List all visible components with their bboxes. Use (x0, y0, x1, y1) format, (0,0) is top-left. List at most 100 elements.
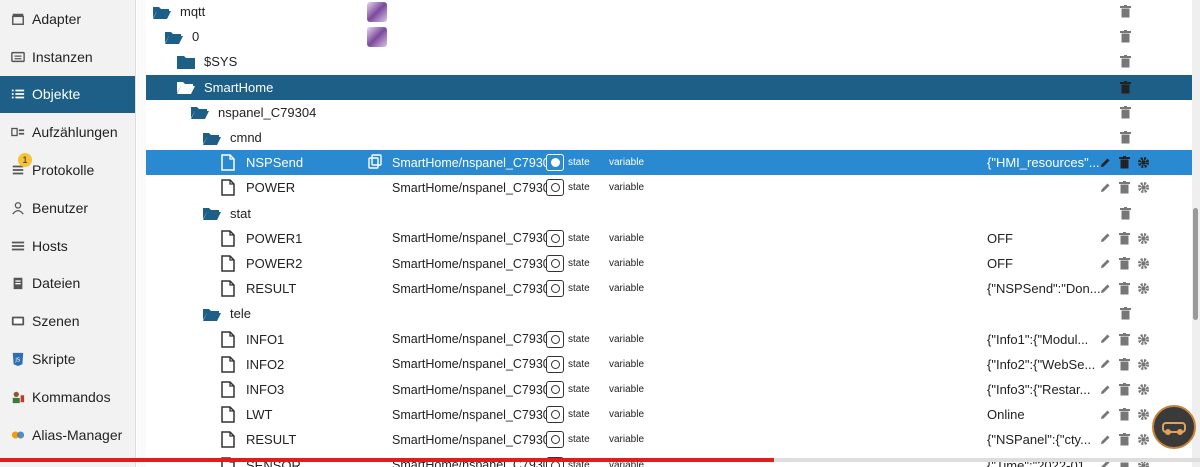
folder-row[interactable]: stat (146, 201, 1192, 226)
object-tree: mqtt 0 $SYS SmartHome nspanel_C79304 cmnd NSPS… (146, 0, 1192, 467)
delete-icon[interactable] (1117, 383, 1131, 397)
settings-icon[interactable] (1136, 257, 1150, 271)
sidebar-item-protokolle[interactable]: 1 Protokolle (0, 151, 135, 189)
folder-row[interactable]: SmartHome (146, 74, 1192, 100)
sidebar-item-aufz-hlungen[interactable]: Aufzählungen (0, 113, 135, 151)
delete-icon[interactable] (1117, 231, 1131, 245)
sidebar-item-hosts[interactable]: Hosts (0, 227, 135, 265)
object-id: SmartHome/nspanel_C7930... (392, 256, 561, 271)
state-row[interactable]: POWER SmartHome/nspanel_C7930... state vari… (146, 175, 1192, 200)
state-row[interactable]: RESULT SmartHome/nspanel_C7930... state var… (146, 276, 1192, 301)
delete-icon[interactable] (1117, 282, 1131, 296)
row-actions (1098, 332, 1150, 346)
file-icon (218, 154, 238, 172)
folder-row[interactable]: cmnd (146, 125, 1192, 150)
edit-icon[interactable] (1098, 231, 1112, 245)
state-value[interactable]: {"Info1":{"Modul... (987, 332, 1088, 347)
folder-row[interactable]: tele (146, 301, 1192, 326)
folder-row[interactable]: nspanel_C79304 (146, 100, 1192, 125)
delete-icon[interactable] (1117, 156, 1131, 170)
edit-icon[interactable] (1098, 408, 1112, 422)
delete-icon[interactable] (1118, 5, 1132, 19)
row-actions (1098, 156, 1150, 170)
state-row[interactable]: INFO1 SmartHome/nspanel_C7930... state vari… (146, 327, 1192, 352)
state-value[interactable]: OFF (987, 256, 1013, 271)
state-row[interactable]: INFO3 SmartHome/nspanel_C7930... state vari… (146, 377, 1192, 402)
folder-row[interactable]: 0 (146, 24, 1192, 49)
folder-open-icon (202, 129, 222, 147)
edit-icon[interactable] (1098, 282, 1112, 296)
settings-icon[interactable] (1136, 383, 1150, 397)
settings-icon[interactable] (1136, 357, 1150, 371)
delete-icon[interactable] (1118, 131, 1132, 145)
delete-icon[interactable] (1117, 408, 1131, 422)
file-icon (218, 179, 238, 197)
object-id: SmartHome/nspanel_C7930... (392, 357, 561, 372)
sidebar-item-alias-manager[interactable]: Alias-Manager (0, 416, 135, 454)
delete-icon[interactable] (1117, 332, 1131, 346)
state-type-icon (546, 355, 564, 373)
copy-icon[interactable] (368, 154, 382, 172)
state-row[interactable]: RESULT SmartHome/nspanel_C7930... state var… (146, 427, 1192, 452)
sidebar-item-objekte[interactable]: Objekte (0, 75, 135, 114)
delete-icon[interactable] (1118, 80, 1132, 94)
state-row[interactable]: NSPSend SmartHome/nspanel_C7930... state va… (146, 150, 1192, 176)
state-value[interactable]: Online (987, 407, 1025, 422)
folder-open-icon (176, 78, 196, 96)
sidebar-item-skripte[interactable]: JS Skripte (0, 340, 135, 378)
delete-icon[interactable] (1117, 433, 1131, 447)
sidebar-item-adapter[interactable]: Adapter (0, 0, 135, 38)
edit-icon[interactable] (1098, 332, 1112, 346)
node-name: tele (230, 306, 251, 322)
channel-avatar[interactable] (1152, 405, 1196, 449)
sidebar-item-benutzer[interactable]: Benutzer (0, 189, 135, 227)
settings-icon[interactable] (1136, 156, 1150, 170)
folder-row[interactable]: $SYS (146, 49, 1192, 74)
settings-icon[interactable] (1136, 408, 1150, 422)
state-row[interactable]: POWER2 SmartHome/nspanel_C7930... state var… (146, 251, 1192, 276)
sidebar-item-szenen[interactable]: Szenen (0, 302, 135, 340)
state-type-icon (546, 255, 564, 273)
state-row[interactable]: LWT SmartHome/nspanel_C7930... state variab… (146, 402, 1192, 427)
state-row[interactable]: POWER1 SmartHome/nspanel_C7930... state var… (146, 226, 1192, 251)
delete-icon[interactable] (1118, 307, 1132, 321)
mqtt-adapter-logo (367, 26, 387, 47)
sidebar-item-label: Adapter (32, 10, 82, 27)
settings-icon[interactable] (1136, 282, 1150, 296)
state-row[interactable]: INFO2 SmartHome/nspanel_C7930... state vari… (146, 352, 1192, 377)
delete-icon[interactable] (1118, 30, 1132, 44)
state-value[interactable]: {"Info2":{"WebSe... (987, 357, 1095, 372)
state-value[interactable]: {"NSPanel":{"cty... (987, 432, 1091, 447)
settings-icon[interactable] (1136, 231, 1150, 245)
delete-icon[interactable] (1117, 181, 1131, 195)
delete-icon[interactable] (1117, 357, 1131, 371)
state-value[interactable]: {"NSPSend":"Don... (987, 281, 1101, 296)
state-value[interactable]: OFF (987, 231, 1013, 246)
scenes-icon (10, 313, 26, 329)
scrollbar-thumb[interactable] (1193, 208, 1198, 320)
settings-icon[interactable] (1136, 332, 1150, 346)
node-name: POWER2 (246, 256, 303, 272)
sidebar-item-kommandos[interactable]: Kommandos (0, 378, 135, 416)
edit-icon[interactable] (1098, 433, 1112, 447)
delete-icon[interactable] (1118, 55, 1132, 69)
node-name: INFO3 (246, 382, 285, 398)
edit-icon[interactable] (1098, 181, 1112, 195)
sidebar-resizer[interactable] (137, 0, 146, 467)
delete-icon[interactable] (1118, 206, 1132, 220)
edit-icon[interactable] (1098, 357, 1112, 371)
file-icon (218, 280, 238, 298)
video-progress-bar[interactable] (0, 458, 1200, 462)
state-value[interactable]: {"HMI_resources"... (987, 155, 1100, 170)
delete-icon[interactable] (1118, 105, 1132, 119)
sidebar-item-instanzen[interactable]: Instanzen (0, 38, 135, 76)
settings-icon[interactable] (1136, 433, 1150, 447)
edit-icon[interactable] (1098, 257, 1112, 271)
delete-icon[interactable] (1117, 257, 1131, 271)
sidebar-item-dateien[interactable]: Dateien (0, 265, 135, 303)
folder-row[interactable]: mqtt (146, 0, 1192, 24)
state-value[interactable]: {"Info3":{"Restar... (987, 382, 1090, 397)
edit-icon[interactable] (1098, 156, 1112, 170)
settings-icon[interactable] (1136, 181, 1150, 195)
edit-icon[interactable] (1098, 383, 1112, 397)
